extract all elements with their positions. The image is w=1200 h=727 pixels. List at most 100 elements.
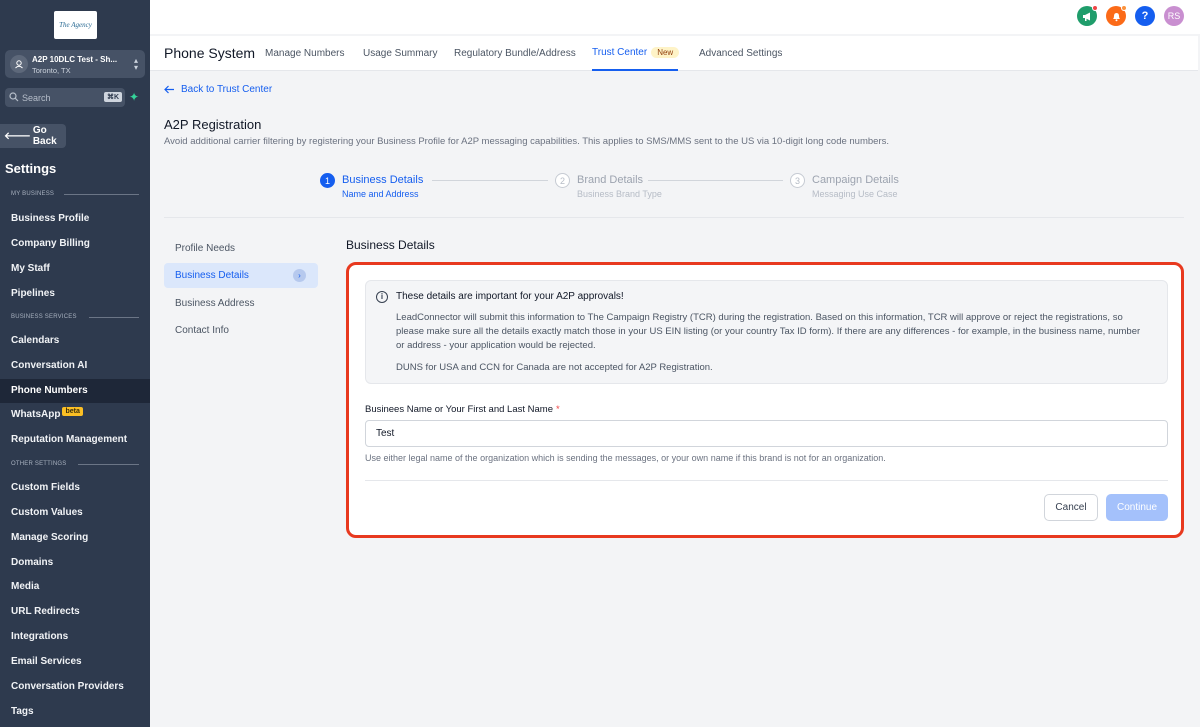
sidebar-item-manage-scoring[interactable]: Manage Scoring — [0, 526, 150, 550]
help-button[interactable]: ? — [1135, 6, 1155, 26]
arrow-left-icon: 🡐 — [4, 131, 31, 142]
section-divider — [64, 194, 139, 195]
info-icon: i — [376, 291, 388, 303]
card-divider — [365, 480, 1168, 481]
form-nav-business-address[interactable]: Business Address — [164, 291, 318, 316]
field-label-text: Businees Name or Your First and Last Nam… — [365, 404, 553, 415]
form-nav-business-details[interactable]: Business Details › — [164, 263, 318, 288]
location-icon — [10, 55, 28, 73]
location-city: Toronto, TX — [32, 66, 71, 75]
settings-title: Settings — [5, 161, 57, 176]
back-link-label: Back to Trust Center — [181, 84, 273, 95]
tab-regulatory-bundle[interactable]: Regulatory Bundle/Address — [454, 48, 576, 59]
sidebar-item-conversation-ai[interactable]: Conversation AI — [0, 354, 150, 378]
step-connector — [648, 180, 783, 181]
info-note: DUNS for USA and CCN for Canada are not … — [396, 362, 713, 373]
sidebar-item-label: WhatsApp — [11, 409, 61, 420]
sidebar-item-phone-numbers[interactable]: Phone Numbers — [0, 379, 150, 403]
section-divider — [89, 317, 139, 318]
step-1-subtitle: Name and Address — [342, 189, 419, 199]
new-badge: New — [651, 47, 680, 58]
tab-trust-center[interactable]: Trust Center New — [592, 47, 680, 58]
go-back-button[interactable]: 🡐 Go Back — [0, 124, 66, 148]
sidebar-item-integrations[interactable]: Integrations — [0, 625, 150, 649]
business-name-input[interactable] — [365, 420, 1168, 447]
step-2-title: Brand Details — [577, 174, 644, 186]
phone-system-tabs: Phone System Manage Numbers Usage Summar… — [150, 36, 1198, 71]
sidebar-item-conversation-providers[interactable]: Conversation Providers — [0, 675, 150, 699]
search-input[interactable]: Search ⌘K — [5, 88, 125, 107]
tab-label: Trust Center — [592, 47, 648, 58]
go-back-label: Go Back — [32, 125, 57, 147]
search-icon — [9, 92, 19, 102]
sparkle-icon[interactable]: ✦ — [129, 90, 139, 104]
notifications-button[interactable] — [1106, 5, 1127, 26]
stepper-divider — [164, 217, 1184, 218]
sidebar-item-calendars[interactable]: Calendars — [0, 329, 150, 353]
agency-logo[interactable]: The Agency — [54, 11, 97, 39]
step-connector — [432, 180, 548, 181]
section-title: Business Details — [346, 238, 435, 252]
form-nav-label: Business Details — [175, 270, 249, 281]
sidebar-item-business-profile[interactable]: Business Profile — [0, 207, 150, 231]
continue-button[interactable]: Continue — [1106, 494, 1168, 521]
tab-usage-summary[interactable]: Usage Summary — [363, 48, 437, 59]
avatar[interactable]: RS — [1164, 6, 1184, 26]
announcement-button[interactable] — [1077, 5, 1098, 26]
sidebar-item-custom-values[interactable]: Custom Values — [0, 501, 150, 525]
business-name-help: Use either legal name of the organizatio… — [365, 453, 886, 463]
page-title: A2P Registration — [164, 117, 262, 132]
avatar-initials: RS — [1167, 11, 1181, 21]
bell-icon — [1112, 12, 1120, 21]
search-placeholder: Search — [22, 93, 51, 103]
business-name-label: Businees Name or Your First and Last Nam… — [365, 404, 560, 415]
chevron-updown-icon: ▴ ▾ — [133, 56, 138, 72]
info-body: LeadConnector will submit this informati… — [396, 312, 1141, 351]
form-nav-profile-needs[interactable]: Profile Needs — [164, 236, 318, 261]
sidebar-item-custom-fields[interactable]: Custom Fields — [0, 476, 150, 500]
sidebar-item-email-services[interactable]: Email Services — [0, 650, 150, 674]
section-label-other-settings: OTHER SETTINGS — [11, 461, 67, 467]
cancel-button[interactable]: Cancel — [1044, 494, 1098, 521]
megaphone-icon — [1082, 12, 1090, 21]
chevron-right-icon: › — [293, 269, 306, 282]
search-shortcut: ⌘K — [103, 92, 122, 102]
info-callout: i These details are important for your A… — [365, 280, 1168, 384]
back-to-trust-center-link[interactable]: Back to Trust Center — [164, 84, 272, 95]
location-name: A2P 10DLC Test - Sh... — [32, 55, 118, 64]
notification-dot — [1092, 5, 1098, 11]
business-details-card: i These details are important for your A… — [346, 262, 1184, 538]
section-divider — [78, 464, 139, 465]
sidebar-item-whatsapp[interactable]: WhatsApp beta — [0, 403, 150, 427]
step-1-number: 1 — [320, 173, 335, 188]
sidebar-item-tags[interactable]: Tags — [0, 700, 150, 724]
page-subtitle: Avoid additional carrier filtering by re… — [164, 136, 890, 147]
step-2-subtitle: Business Brand Type — [577, 189, 662, 199]
sidebar-item-company-billing[interactable]: Company Billing — [0, 232, 150, 256]
sidebar-item-reputation-management[interactable]: Reputation Management — [0, 428, 150, 452]
sidebar: The Agency A2P 10DLC Test - Sh... Toront… — [0, 0, 150, 727]
sidebar-item-url-redirects[interactable]: URL Redirects — [0, 600, 150, 624]
tab-advanced-settings[interactable]: Advanced Settings — [699, 48, 782, 59]
step-1-title: Business Details — [342, 174, 424, 186]
notification-dot — [1121, 5, 1127, 11]
info-title: These details are important for your A2P… — [396, 291, 624, 302]
step-2-number: 2 — [555, 173, 570, 188]
sidebar-item-my-staff[interactable]: My Staff — [0, 257, 150, 281]
top-header: ? RS — [150, 0, 1200, 34]
step-3-title: Campaign Details — [812, 174, 899, 186]
beta-badge: beta — [62, 407, 83, 416]
form-nav-contact-info[interactable]: Contact Info — [164, 318, 318, 343]
sidebar-item-media[interactable]: Media — [0, 575, 150, 599]
tab-manage-numbers[interactable]: Manage Numbers — [265, 48, 344, 59]
section-label-business-services: BUSINESS SERVICES — [11, 314, 77, 320]
arrow-left-icon — [164, 85, 174, 94]
step-3-subtitle: Messaging Use Case — [812, 189, 898, 199]
section-label-my-business: MY BUSINESS — [11, 191, 55, 197]
help-icon: ? — [1141, 10, 1149, 22]
step-3-number: 3 — [790, 173, 805, 188]
sidebar-item-pipelines[interactable]: Pipelines — [0, 282, 150, 306]
location-switcher[interactable]: A2P 10DLC Test - Sh... Toronto, TX ▴ ▾ — [5, 50, 145, 78]
sidebar-item-domains[interactable]: Domains — [0, 551, 150, 575]
page-section-title: Phone System — [164, 45, 256, 61]
